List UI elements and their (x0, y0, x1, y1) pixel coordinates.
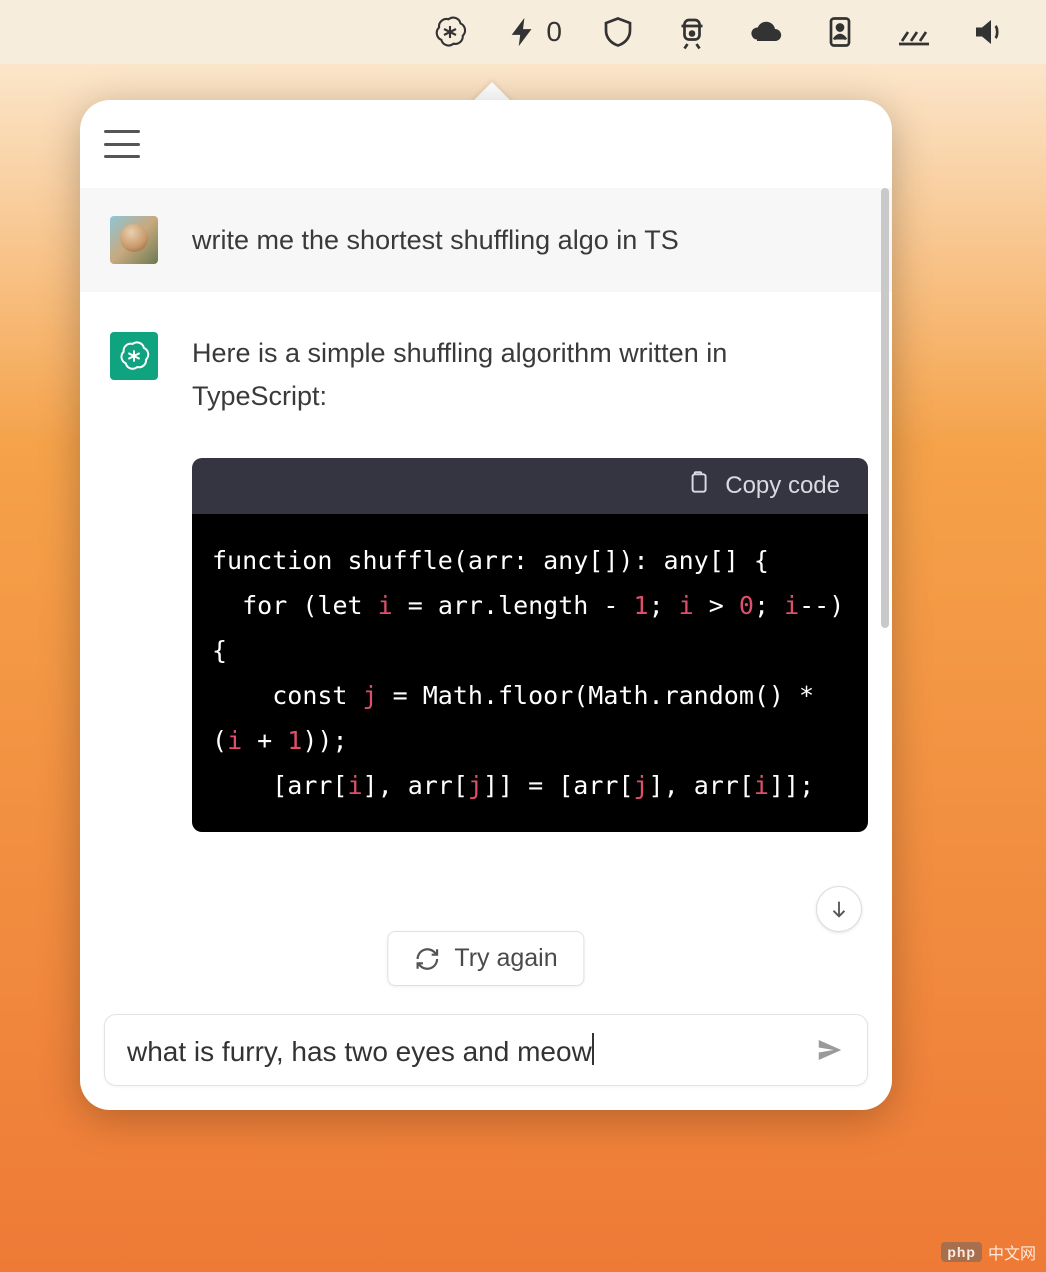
try-again-label: Try again (454, 944, 557, 973)
text-caret (592, 1033, 594, 1065)
system-menubar: 0 (0, 0, 1046, 64)
shield-icon[interactable] (600, 14, 636, 50)
cloud-icon[interactable] (748, 14, 784, 50)
counter-value: 0 (546, 16, 562, 48)
scroll-to-bottom-button[interactable] (816, 886, 862, 932)
code-body[interactable]: function shuffle(arr: any[]): any[] { fo… (192, 514, 868, 832)
user-avatar (110, 216, 158, 264)
bolt-counter[interactable]: 0 (506, 15, 562, 49)
watermark: php 中文网 (941, 1240, 1036, 1264)
id-badge-icon[interactable] (822, 14, 858, 50)
openai-icon[interactable] (432, 14, 468, 50)
try-again-button[interactable]: Try again (387, 931, 584, 986)
clipboard-icon (685, 470, 711, 503)
scrollbar-track (881, 188, 889, 1110)
message-input-row: what is furry, has two eyes and meow (104, 1014, 868, 1086)
user-message-text: write me the shortest shuffling algo in … (192, 216, 679, 258)
watermark-text: 中文网 (988, 1240, 1036, 1264)
assistant-message: Here is a simple shuffling algorithm wri… (80, 292, 892, 418)
send-button[interactable] (815, 1035, 845, 1065)
assistant-avatar (110, 332, 158, 380)
brightness-icon[interactable] (896, 14, 932, 50)
chat-popover: write me the shortest shuffling algo in … (80, 100, 892, 1110)
watermark-logo: php (941, 1242, 982, 1262)
copy-code-button[interactable]: Copy code (725, 472, 840, 500)
scrollbar-thumb[interactable] (881, 188, 889, 628)
message-input[interactable]: what is furry, has two eyes and meow (127, 1033, 815, 1068)
code-header: Copy code (192, 458, 868, 514)
hamburger-menu-icon[interactable] (104, 130, 140, 158)
panel-header (80, 100, 892, 188)
user-message: write me the shortest shuffling algo in … (80, 188, 892, 292)
code-block: Copy code function shuffle(arr: any[]): … (192, 458, 868, 832)
message-input-value: what is furry, has two eyes and meow (127, 1036, 592, 1067)
train-icon[interactable] (674, 14, 710, 50)
assistant-intro-text: Here is a simple shuffling algorithm wri… (192, 332, 852, 418)
volume-icon[interactable] (970, 14, 1006, 50)
